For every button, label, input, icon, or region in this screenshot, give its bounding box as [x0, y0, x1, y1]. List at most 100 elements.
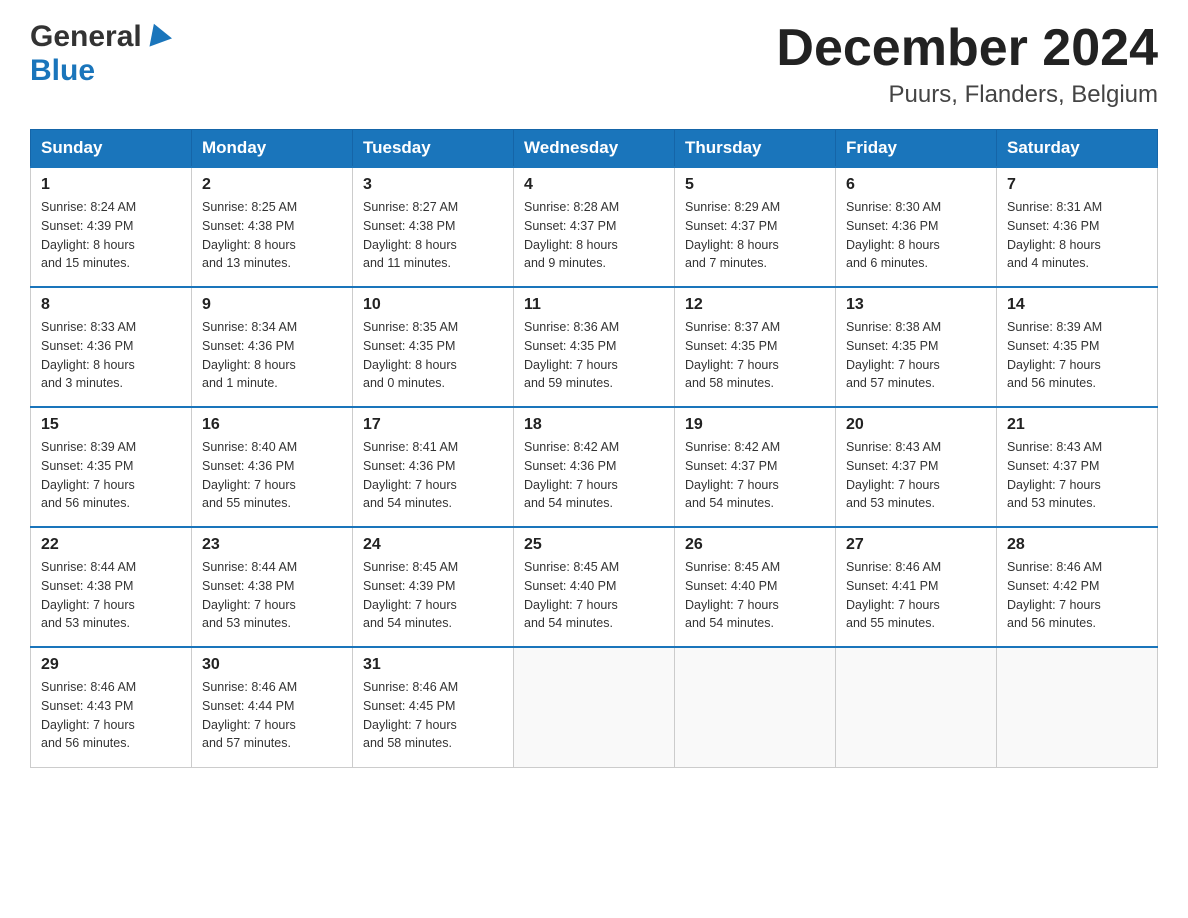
calendar-week-row: 1Sunrise: 8:24 AMSunset: 4:39 PMDaylight…	[31, 167, 1158, 287]
calendar-table: SundayMondayTuesdayWednesdayThursdayFrid…	[30, 129, 1158, 768]
day-number: 26	[685, 536, 825, 554]
day-info: Sunrise: 8:39 AMSunset: 4:35 PMDaylight:…	[1007, 318, 1147, 393]
title-block: December 2024 Puurs, Flanders, Belgium	[776, 20, 1158, 109]
logo-triangle-icon	[144, 21, 172, 49]
calendar-cell: 2 Sunrise: 8:25 AMSunset: 4:38 PMDaylight…	[192, 167, 353, 287]
page-header: General Blue December 2024 Puurs, Flande…	[30, 20, 1158, 109]
day-number: 31	[363, 656, 503, 674]
day-info: Sunrise: 8:36 AMSunset: 4:35 PMDaylight:…	[524, 318, 664, 393]
calendar-cell: 29 Sunrise: 8:46 AMSunset: 4:43 PMDayligh…	[31, 647, 192, 767]
day-number: 19	[685, 416, 825, 434]
day-info: Sunrise: 8:46 AMSunset: 4:41 PMDaylight:…	[846, 558, 986, 633]
day-number: 16	[202, 416, 342, 434]
logo: General Blue	[30, 20, 172, 88]
calendar-cell: 22 Sunrise: 8:44 AMSunset: 4:38 PMDayligh…	[31, 527, 192, 647]
day-info: Sunrise: 8:42 AMSunset: 4:37 PMDaylight:…	[685, 438, 825, 513]
calendar-cell: 14 Sunrise: 8:39 AMSunset: 4:35 PMDayligh…	[997, 287, 1158, 407]
day-info: Sunrise: 8:46 AMSunset: 4:43 PMDaylight:…	[41, 678, 181, 753]
logo-general-text: General	[30, 20, 142, 54]
day-number: 11	[524, 296, 664, 314]
calendar-week-row: 22 Sunrise: 8:44 AMSunset: 4:38 PMDayligh…	[31, 527, 1158, 647]
day-info: Sunrise: 8:40 AMSunset: 4:36 PMDaylight:…	[202, 438, 342, 513]
calendar-week-row: 8 Sunrise: 8:33 AMSunset: 4:36 PMDaylight…	[31, 287, 1158, 407]
calendar-cell	[997, 647, 1158, 767]
day-info: Sunrise: 8:33 AMSunset: 4:36 PMDaylight:…	[41, 318, 181, 393]
column-header-saturday: Saturday	[997, 130, 1158, 168]
day-number: 24	[363, 536, 503, 554]
day-number: 14	[1007, 296, 1147, 314]
location-subtitle: Puurs, Flanders, Belgium	[776, 81, 1158, 109]
calendar-cell: 12Sunrise: 8:37 AMSunset: 4:35 PMDayligh…	[675, 287, 836, 407]
day-info: Sunrise: 8:46 AMSunset: 4:44 PMDaylight:…	[202, 678, 342, 753]
day-number: 18	[524, 416, 664, 434]
day-info: Sunrise: 8:37 AMSunset: 4:35 PMDaylight:…	[685, 318, 825, 393]
calendar-cell	[836, 647, 997, 767]
day-info: Sunrise: 8:35 AMSunset: 4:35 PMDaylight:…	[363, 318, 503, 393]
calendar-cell: 23 Sunrise: 8:44 AMSunset: 4:38 PMDayligh…	[192, 527, 353, 647]
calendar-cell: 18 Sunrise: 8:42 AMSunset: 4:36 PMDayligh…	[514, 407, 675, 527]
calendar-cell: 5 Sunrise: 8:29 AMSunset: 4:37 PMDaylight…	[675, 167, 836, 287]
calendar-cell: 3Sunrise: 8:27 AMSunset: 4:38 PMDaylight…	[353, 167, 514, 287]
day-info: Sunrise: 8:30 AMSunset: 4:36 PMDaylight:…	[846, 198, 986, 273]
day-number: 1	[41, 176, 181, 194]
calendar-cell: 30 Sunrise: 8:46 AMSunset: 4:44 PMDayligh…	[192, 647, 353, 767]
day-number: 22	[41, 536, 181, 554]
day-info: Sunrise: 8:43 AMSunset: 4:37 PMDaylight:…	[1007, 438, 1147, 513]
day-number: 20	[846, 416, 986, 434]
day-number: 17	[363, 416, 503, 434]
calendar-cell: 11 Sunrise: 8:36 AMSunset: 4:35 PMDayligh…	[514, 287, 675, 407]
day-info: Sunrise: 8:34 AMSunset: 4:36 PMDaylight:…	[202, 318, 342, 393]
calendar-cell: 13 Sunrise: 8:38 AMSunset: 4:35 PMDayligh…	[836, 287, 997, 407]
day-info: Sunrise: 8:31 AMSunset: 4:36 PMDaylight:…	[1007, 198, 1147, 273]
calendar-cell: 19 Sunrise: 8:42 AMSunset: 4:37 PMDayligh…	[675, 407, 836, 527]
day-number: 25	[524, 536, 664, 554]
calendar-cell	[675, 647, 836, 767]
day-number: 4	[524, 176, 664, 194]
day-number: 13	[846, 296, 986, 314]
day-info: Sunrise: 8:44 AMSunset: 4:38 PMDaylight:…	[202, 558, 342, 633]
day-number: 8	[41, 296, 181, 314]
column-header-tuesday: Tuesday	[353, 130, 514, 168]
calendar-cell: 24 Sunrise: 8:45 AMSunset: 4:39 PMDayligh…	[353, 527, 514, 647]
day-info: Sunrise: 8:44 AMSunset: 4:38 PMDaylight:…	[41, 558, 181, 633]
day-info: Sunrise: 8:45 AMSunset: 4:40 PMDaylight:…	[685, 558, 825, 633]
calendar-cell: 10 Sunrise: 8:35 AMSunset: 4:35 PMDayligh…	[353, 287, 514, 407]
calendar-cell: 20 Sunrise: 8:43 AMSunset: 4:37 PMDayligh…	[836, 407, 997, 527]
day-info: Sunrise: 8:38 AMSunset: 4:35 PMDaylight:…	[846, 318, 986, 393]
day-number: 2	[202, 176, 342, 194]
day-number: 5	[685, 176, 825, 194]
calendar-cell: 17Sunrise: 8:41 AMSunset: 4:36 PMDayligh…	[353, 407, 514, 527]
calendar-cell: 15Sunrise: 8:39 AMSunset: 4:35 PMDayligh…	[31, 407, 192, 527]
calendar-week-row: 15Sunrise: 8:39 AMSunset: 4:35 PMDayligh…	[31, 407, 1158, 527]
calendar-week-row: 29 Sunrise: 8:46 AMSunset: 4:43 PMDayligh…	[31, 647, 1158, 767]
day-info: Sunrise: 8:25 AMSunset: 4:38 PMDaylight:…	[202, 198, 342, 273]
day-number: 9	[202, 296, 342, 314]
day-number: 10	[363, 296, 503, 314]
logo-blue-text: Blue	[30, 54, 95, 87]
day-info: Sunrise: 8:29 AMSunset: 4:37 PMDaylight:…	[685, 198, 825, 273]
day-number: 29	[41, 656, 181, 674]
day-info: Sunrise: 8:45 AMSunset: 4:40 PMDaylight:…	[524, 558, 664, 633]
column-header-thursday: Thursday	[675, 130, 836, 168]
day-info: Sunrise: 8:43 AMSunset: 4:37 PMDaylight:…	[846, 438, 986, 513]
calendar-header-row: SundayMondayTuesdayWednesdayThursdayFrid…	[31, 130, 1158, 168]
calendar-cell: 27Sunrise: 8:46 AMSunset: 4:41 PMDayligh…	[836, 527, 997, 647]
day-number: 6	[846, 176, 986, 194]
day-info: Sunrise: 8:39 AMSunset: 4:35 PMDaylight:…	[41, 438, 181, 513]
calendar-cell: 8 Sunrise: 8:33 AMSunset: 4:36 PMDaylight…	[31, 287, 192, 407]
calendar-cell: 9 Sunrise: 8:34 AMSunset: 4:36 PMDaylight…	[192, 287, 353, 407]
day-number: 28	[1007, 536, 1147, 554]
calendar-cell: 7 Sunrise: 8:31 AMSunset: 4:36 PMDaylight…	[997, 167, 1158, 287]
calendar-cell: 28 Sunrise: 8:46 AMSunset: 4:42 PMDayligh…	[997, 527, 1158, 647]
calendar-cell: 1Sunrise: 8:24 AMSunset: 4:39 PMDaylight…	[31, 167, 192, 287]
day-info: Sunrise: 8:46 AMSunset: 4:42 PMDaylight:…	[1007, 558, 1147, 633]
day-number: 7	[1007, 176, 1147, 194]
calendar-cell: 25 Sunrise: 8:45 AMSunset: 4:40 PMDayligh…	[514, 527, 675, 647]
calendar-cell	[514, 647, 675, 767]
day-number: 30	[202, 656, 342, 674]
day-info: Sunrise: 8:45 AMSunset: 4:39 PMDaylight:…	[363, 558, 503, 633]
calendar-cell: 16 Sunrise: 8:40 AMSunset: 4:36 PMDayligh…	[192, 407, 353, 527]
day-info: Sunrise: 8:27 AMSunset: 4:38 PMDaylight:…	[363, 198, 503, 273]
day-info: Sunrise: 8:42 AMSunset: 4:36 PMDaylight:…	[524, 438, 664, 513]
day-number: 23	[202, 536, 342, 554]
